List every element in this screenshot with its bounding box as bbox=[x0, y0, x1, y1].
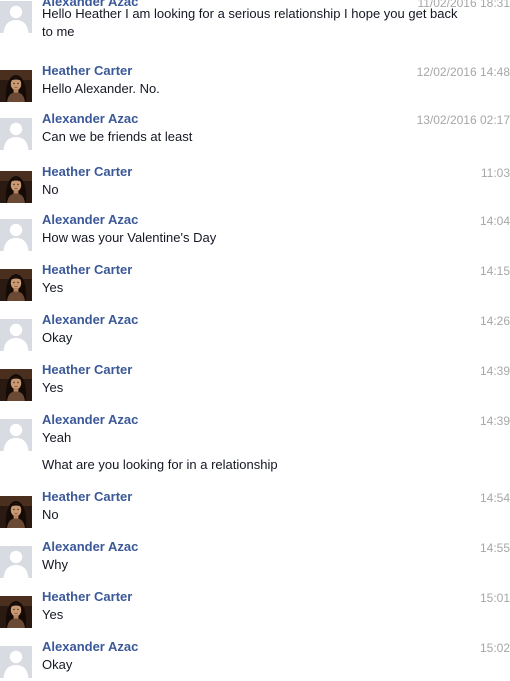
sender-name[interactable]: Alexander Azac bbox=[42, 312, 138, 328]
message-text: What are you looking for in a relationsh… bbox=[42, 457, 278, 472]
avatar-default-user-icon[interactable] bbox=[0, 319, 32, 351]
message-text: How was your Valentine's Day bbox=[42, 230, 217, 245]
sender-name[interactable]: Heather Carter bbox=[42, 262, 132, 278]
message-text: Yes bbox=[42, 280, 64, 295]
message-timestamp: 14:54 bbox=[479, 491, 510, 505]
sender-name[interactable]: Heather Carter bbox=[42, 63, 132, 79]
message-heather: Heather Carter 14:54 No bbox=[0, 489, 510, 528]
avatar-default-user-icon[interactable] bbox=[0, 118, 32, 150]
sender-name[interactable]: Alexander Azac bbox=[42, 212, 138, 228]
message-timestamp: 11:03 bbox=[480, 166, 510, 180]
message-alexander: Alexander Azac 11/02/2016 18:31 Hello Heat… bbox=[0, 0, 510, 43]
message-text: Okay bbox=[42, 657, 73, 672]
message-alexander: Alexander Azac 14:26 Okay bbox=[0, 312, 510, 351]
message-timestamp: 12/02/2016 14:48 bbox=[416, 65, 510, 79]
message-text: Yeah bbox=[42, 430, 72, 445]
message-alexander: Alexander Azac 15:02 Okay bbox=[0, 639, 510, 678]
sender-name[interactable]: Alexander Azac bbox=[42, 111, 138, 127]
avatar-heather-carter[interactable] bbox=[0, 171, 32, 203]
message-heather: Heather Carter 14:39 Yes bbox=[0, 362, 510, 401]
avatar-default-user-icon[interactable] bbox=[0, 419, 32, 451]
message-heather: Heather Carter 11:03 No bbox=[0, 164, 510, 203]
message-alexander: Alexander Azac 14:55 Why bbox=[0, 539, 510, 578]
message-timestamp: 15:02 bbox=[479, 641, 510, 655]
sender-name[interactable]: Heather Carter bbox=[42, 164, 132, 180]
message-heather: Heather Carter 14:15 Yes bbox=[0, 262, 510, 301]
message-timestamp: 14:04 bbox=[479, 214, 510, 228]
message-text: Okay bbox=[42, 330, 73, 345]
avatar-heather-carter[interactable] bbox=[0, 369, 32, 401]
message-text: Yes bbox=[42, 607, 64, 622]
message-timestamp: 13/02/2016 02:17 bbox=[416, 113, 510, 127]
message-alexander: Alexander Azac 14:04 How was your Valentin… bbox=[0, 212, 510, 251]
avatar-heather-carter[interactable] bbox=[0, 70, 32, 102]
message-text: No bbox=[42, 182, 59, 197]
sender-name[interactable]: Alexander Azac bbox=[42, 639, 138, 655]
message-heather: Heather Carter 15:01 Yes bbox=[0, 589, 510, 628]
message-alexander: Alexander Azac 13/02/2016 02:17 Can we be … bbox=[0, 111, 510, 150]
message-timestamp: 14:39 bbox=[479, 414, 510, 428]
message-text: Yes bbox=[42, 380, 64, 395]
sender-name[interactable]: Heather Carter bbox=[42, 362, 132, 378]
message-text: Hello Alexander. No. bbox=[42, 81, 160, 96]
message-timestamp: 14:55 bbox=[479, 541, 510, 555]
sender-name[interactable]: Alexander Azac bbox=[42, 539, 138, 555]
message-alexander: Alexander Azac 14:39 Yeah What are you look… bbox=[0, 412, 510, 476]
message-heather: Heather Carter 12/02/2016 14:48 Hello Alex… bbox=[0, 63, 510, 102]
sender-name[interactable]: Heather Carter bbox=[42, 489, 132, 505]
message-timestamp: 14:39 bbox=[479, 364, 510, 378]
message-text: Why bbox=[42, 557, 68, 572]
avatar-default-user-icon[interactable] bbox=[0, 219, 32, 251]
avatar-heather-carter[interactable] bbox=[0, 269, 32, 301]
message-text: No bbox=[42, 507, 59, 522]
message-text: Hello Heather I am looking for a serious… bbox=[42, 6, 458, 39]
message-timestamp: 14:26 bbox=[479, 314, 510, 328]
avatar-heather-carter[interactable] bbox=[0, 596, 32, 628]
message-timestamp: 15:01 bbox=[479, 591, 510, 605]
avatar-default-user-icon[interactable] bbox=[0, 546, 32, 578]
avatar-default-user-icon[interactable] bbox=[0, 1, 32, 33]
message-text: Can we be friends at least bbox=[42, 129, 193, 144]
sender-name[interactable]: Heather Carter bbox=[42, 589, 132, 605]
avatar-default-user-icon[interactable] bbox=[0, 646, 32, 678]
avatar-heather-carter[interactable] bbox=[0, 496, 32, 528]
message-timestamp: 14:15 bbox=[479, 264, 510, 278]
sender-name[interactable]: Alexander Azac bbox=[42, 412, 138, 428]
